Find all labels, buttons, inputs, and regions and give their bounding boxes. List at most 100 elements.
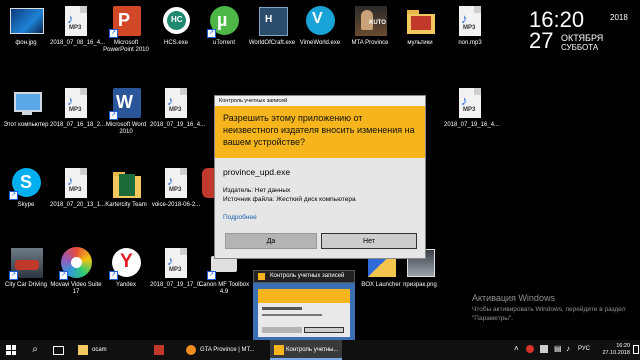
icon-label: Canon MF Toolbox 4.9 xyxy=(198,282,250,295)
desktop-icon-multiki[interactable]: мультики xyxy=(394,4,446,47)
taskbar-app-video[interactable] xyxy=(150,340,168,360)
desktop-icon-worldofcraft[interactable]: H WorldOfCraft.exe xyxy=(246,4,298,47)
desktop-icon-partial[interactable] xyxy=(198,166,216,200)
system-tray: ˄ ▤ ♪ РУС 16:20 27.10.2018 xyxy=(510,340,640,360)
icon-label: 2018_07_08_16_4... xyxy=(50,40,106,46)
no-button[interactable]: Нет xyxy=(321,233,417,249)
icon-label: мультики xyxy=(407,40,433,46)
uac-program-name: province_upd.exe xyxy=(223,167,291,177)
icon-label: Microsoft PowerPoint 2010 xyxy=(103,40,149,53)
word-icon: W ↗ xyxy=(109,86,143,120)
taskbar-preview-title[interactable]: Контроль учетных записей xyxy=(253,270,355,283)
desktop-icon-mp3-4[interactable]: ♪ MP3 2018_07_19_16_4... xyxy=(444,86,500,129)
clock-widget: 16:20 2018 27 ОКТЯБРЯ СУББОТА xyxy=(527,8,635,54)
clock-day: 27 xyxy=(529,28,554,53)
desktop-icon-fon-jpg[interactable]: фон.jpg xyxy=(0,4,52,47)
folder-icon xyxy=(109,166,143,200)
audio-file-icon: ♪ MP3 xyxy=(59,166,93,200)
movavi-icon: ↗ xyxy=(59,246,93,280)
chevron-up-icon[interactable]: ˄ xyxy=(514,344,519,353)
icon-label: WorldOfCraft.exe xyxy=(248,40,296,46)
clock-year: 2018 xyxy=(610,13,628,22)
audio-file-icon: ♪ MP3 xyxy=(159,246,193,280)
icon-label: Movavi Video Suite 17 xyxy=(50,282,102,295)
app-icon xyxy=(154,345,164,355)
desktop-icon-kartercity[interactable]: Kartercity Team xyxy=(100,166,152,209)
language-indicator[interactable]: РУС xyxy=(578,346,590,352)
desktop-icon-mp3-6[interactable]: ♪ MP3 2018_07_19_17_0... xyxy=(150,246,206,289)
icon-label: City Car Driving xyxy=(4,282,47,288)
desktop-icon-mp3-1[interactable]: ♪ MP3 2018_07_08_16_4... xyxy=(50,4,106,47)
desktop-icon-non-mp3[interactable]: ♪ MP3 non.mp3 xyxy=(444,4,496,47)
taskbar-app-ocam[interactable]: ocam xyxy=(74,340,144,360)
desktop-icon-word[interactable]: W ↗ Microsoft Word 2010 xyxy=(100,86,152,136)
yes-button[interactable]: Да xyxy=(225,233,317,249)
icon-label: Этот компьютер xyxy=(3,122,49,128)
desktop-icon-yandex[interactable]: Y ↗ Yandex xyxy=(100,246,152,289)
icon-label: MTA Province xyxy=(351,40,389,46)
folder-icon xyxy=(403,4,437,38)
mta-province-icon: KUTO xyxy=(353,4,387,38)
skype-icon: S ↗ xyxy=(9,166,43,200)
taskbar-app-uac[interactable]: Контроль учетны... xyxy=(270,340,342,360)
windows-icon xyxy=(6,345,16,355)
desktop-icon-utorrent[interactable]: µ ↗ uTorrent xyxy=(198,4,250,47)
taskbar-preview[interactable] xyxy=(253,283,355,340)
shield-icon xyxy=(274,345,284,355)
clock-month: ОКТЯБРЯ xyxy=(561,33,604,43)
desktop-icon-hcs[interactable]: HC HCS.exe xyxy=(150,4,202,47)
uac-more-details-link[interactable]: Подробнее xyxy=(223,214,417,221)
shield-icon xyxy=(258,273,265,280)
desktop-icon-voice[interactable]: ♪ MP3 voice-2018-06-2... xyxy=(150,166,202,209)
icon-label: voice-2018-06-2... xyxy=(151,202,201,208)
desktop: фон.jpg ♪ MP3 2018_07_08_16_4... P ↗ Micr… xyxy=(0,0,640,340)
audio-file-icon: ♪ MP3 xyxy=(159,166,193,200)
uac-publisher: Издатель: Нет данных xyxy=(223,187,291,194)
desktop-icon-powerpoint[interactable]: P ↗ Microsoft PowerPoint 2010 xyxy=(100,4,152,54)
desktop-icon-this-pc[interactable]: Этот компьютер xyxy=(0,86,52,129)
desktop-icon-skype[interactable]: S ↗ Skype xyxy=(0,166,52,209)
folder-icon xyxy=(78,345,88,355)
icon-label: Kartercity Team xyxy=(105,202,147,208)
desktop-icon-mp3-2[interactable]: ♪ MP3 2018_07_16_18_2... xyxy=(50,86,105,129)
battery-icon[interactable] xyxy=(540,345,548,353)
uac-body: province_upd.exe Издатель: Нет данных Ис… xyxy=(215,158,425,221)
icon-label: VimeWorld.exe xyxy=(299,40,341,46)
audio-file-icon: ♪ MP3 xyxy=(159,86,193,120)
watermark-body: Чтобы активировать Windows, перейдите в … xyxy=(472,306,626,322)
clock-weekday: СУББОТА xyxy=(561,43,599,52)
task-view-icon[interactable] xyxy=(48,340,68,360)
volume-icon[interactable]: ♪ xyxy=(566,344,570,353)
icon-label: 2018_07_19_16_4... xyxy=(444,122,500,128)
icon-label: фон.jpg xyxy=(15,40,37,46)
icon-label: 2018_07_19_17_0... xyxy=(150,282,206,288)
audio-file-icon: ♪ MP3 xyxy=(59,86,93,120)
worldofcraft-icon: H xyxy=(255,4,289,38)
notifications-icon[interactable] xyxy=(633,345,639,354)
audio-file-icon: ♪ MP3 xyxy=(453,86,487,120)
start-button[interactable] xyxy=(0,340,22,360)
browser-icon xyxy=(186,345,196,355)
desktop-icon-mta-province[interactable]: KUTO MTA Province xyxy=(344,4,396,47)
icon-label: HCS.exe xyxy=(163,40,188,46)
icon-label: 2018_07_19_16_4... xyxy=(150,122,206,128)
desktop-icon-city-car-driving[interactable]: ↗ City Car Driving xyxy=(0,246,52,289)
audio-file-icon: ♪ MP3 xyxy=(453,4,487,38)
network-icon[interactable]: ▤ xyxy=(554,344,562,353)
audio-file-icon: ♪ MP3 xyxy=(59,4,93,38)
tray-app-icon[interactable] xyxy=(526,345,534,353)
tray-clock[interactable]: 16:20 27.10.2018 xyxy=(602,343,630,357)
taskbar-app-gta-province[interactable]: GTA Province | MT... xyxy=(178,340,268,360)
vimeworld-icon: V xyxy=(303,4,337,38)
desktop-icon-mp3-3[interactable]: ♪ MP3 2018_07_19_16_4... xyxy=(150,86,206,129)
search-icon[interactable]: ⌕ xyxy=(24,340,46,360)
desktop-icon-mp3-5[interactable]: ♪ MP3 2018_07_20_13_1... xyxy=(50,166,105,209)
yandex-icon: Y ↗ xyxy=(109,246,143,280)
uac-info: Издатель: Нет данных Источник файла: Жес… xyxy=(223,186,417,204)
uac-dialog: Контроль учетных записей Разрешить этому… xyxy=(215,96,425,258)
icon-label: Microsoft Word 2010 xyxy=(105,122,147,135)
desktop-icon-movavi[interactable]: ↗ Movavi Video Suite 17 xyxy=(50,246,102,296)
uac-question: Разрешить этому приложению от неизвестно… xyxy=(215,106,425,158)
desktop-icon-vimeworld[interactable]: V VimeWorld.exe xyxy=(294,4,346,47)
hcs-icon: HC xyxy=(159,4,193,38)
